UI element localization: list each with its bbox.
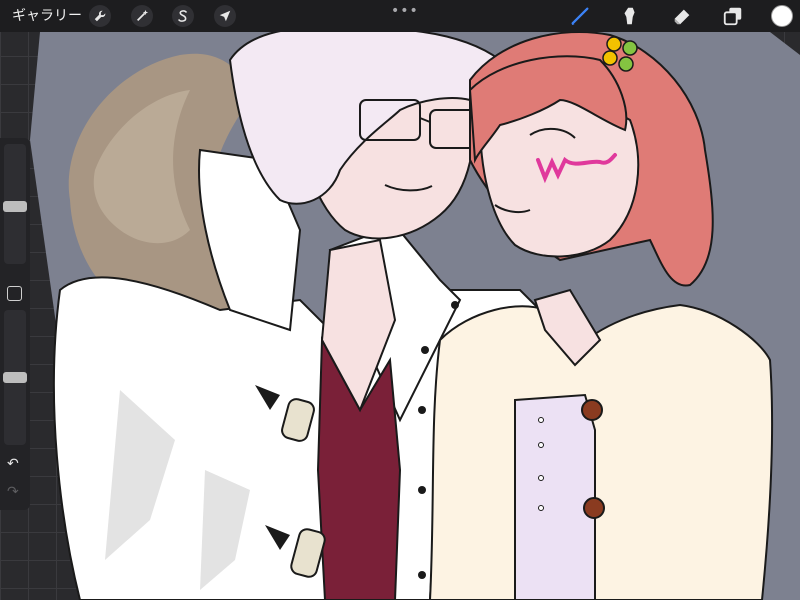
actions-wrench-icon[interactable] — [89, 5, 111, 27]
opacity-slider[interactable] — [3, 310, 27, 445]
smudge-tool-icon[interactable] — [618, 4, 642, 28]
layers-icon[interactable] — [721, 4, 745, 28]
color-picker-swatch[interactable] — [771, 5, 793, 27]
brush-tool-icon[interactable] — [568, 4, 592, 28]
gallery-button[interactable]: ギャラリー — [12, 6, 82, 26]
brush-size-slider[interactable] — [3, 144, 27, 264]
undo-button[interactable]: ↶ — [7, 456, 19, 472]
opacity-handle[interactable] — [3, 372, 27, 383]
brush-size-handle[interactable] — [3, 201, 27, 212]
girl-cardigan — [428, 303, 773, 600]
selection-s-icon[interactable] — [172, 5, 194, 27]
canvas-artwork[interactable] — [0, 0, 800, 600]
girl-blouse — [514, 393, 596, 600]
adjustments-wand-icon[interactable] — [131, 5, 153, 27]
transform-arrow-icon[interactable] — [214, 5, 236, 27]
more-menu-icon[interactable]: ••• — [391, 3, 419, 19]
modify-button[interactable] — [7, 286, 22, 301]
redo-button[interactable]: ↷ — [7, 484, 19, 500]
left-sidebar: ↶ ↷ — [0, 138, 30, 510]
eraser-tool-icon[interactable] — [670, 4, 694, 28]
top-toolbar: ギャラリー ••• — [0, 0, 800, 32]
